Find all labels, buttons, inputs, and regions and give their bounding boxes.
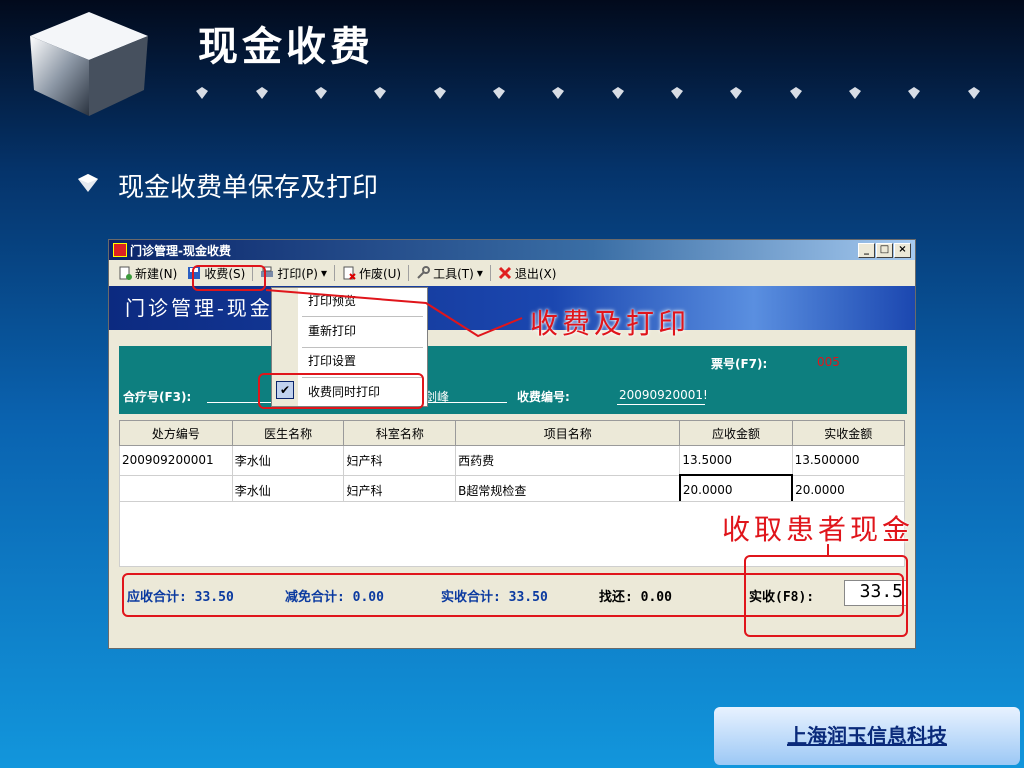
menu-item-print-settings[interactable]: 打印设置 (308, 352, 356, 369)
wrench-icon (417, 266, 431, 279)
new-label: 新建(N) (135, 266, 178, 281)
print-option-highlight-box (258, 373, 424, 409)
void-document-icon (343, 266, 356, 280)
menu-item-print-preview[interactable]: 打印预览 (308, 292, 356, 309)
table-cell[interactable]: 西药费 (455, 445, 681, 476)
diamond-icon (196, 87, 208, 99)
diamond-icon (908, 87, 920, 99)
toolbar-separator (333, 265, 335, 281)
charge-no-label: 收费编号: (517, 390, 570, 404)
invoice-label: 票号(F7): (711, 357, 768, 371)
bullet-text: 现金收费单保存及打印 (118, 173, 379, 203)
logo-cube-icon (30, 12, 148, 116)
maximize-button[interactable]: □ (876, 242, 893, 258)
tools-label: 工具(T) (433, 266, 474, 281)
charge-highlight-box (192, 265, 266, 291)
toolbar-separator (408, 265, 410, 281)
diamond-icon (315, 87, 327, 99)
chevron-down-icon: ▾ (320, 266, 327, 280)
paid-highlight-box (744, 555, 908, 637)
card-no-label: 合疗号(F3): (123, 390, 192, 404)
decorative-diamond-row (196, 87, 996, 101)
diamond-icon (671, 87, 683, 99)
company-name: 上海润玉信息科技 (714, 707, 1020, 765)
minimize-button[interactable]: _ (858, 242, 875, 258)
app-icon (113, 243, 127, 257)
charge-print-callout: 收费及打印 (530, 307, 691, 340)
bullet-diamond-icon (78, 174, 98, 192)
diamond-icon (730, 87, 742, 99)
print-label: 打印(P) (277, 266, 318, 281)
table-cell[interactable]: 李水仙 (231, 445, 345, 476)
window-title: 门诊管理-现金收费 (130, 243, 231, 258)
diamond-icon (493, 87, 505, 99)
table-cell[interactable]: 妇产科 (343, 445, 457, 476)
column-header[interactable]: 项目名称 (455, 420, 681, 446)
table-row[interactable]: 200909200001 李水仙 妇产科 西药费 13.5000 13.5000… (119, 445, 906, 476)
table-cell[interactable]: 13.5000 (679, 445, 793, 476)
form-panel: 票号(F7): 005 合疗号(F3): 剑峰 收费编号: 2009092000… (119, 346, 907, 414)
new-document-icon (119, 266, 132, 280)
column-header[interactable]: 实收金额 (791, 420, 906, 446)
window-titlebar[interactable]: 门诊管理-现金收费 _ □ × (109, 240, 915, 260)
column-header[interactable]: 医生名称 (231, 420, 345, 446)
print-dropdown-button[interactable]: 打印(P) ▾ (255, 263, 332, 284)
diamond-icon (968, 87, 980, 99)
close-x-icon (498, 266, 511, 280)
menu-separator (302, 316, 423, 317)
menu-item-reprint[interactable]: 重新打印 (308, 322, 356, 339)
diamond-icon (790, 87, 802, 99)
table-cell[interactable]: 13.500000 (791, 445, 906, 476)
diamond-icon (434, 87, 446, 99)
exit-label: 退出(X) (514, 266, 557, 281)
menu-separator (302, 347, 423, 348)
column-header[interactable]: 科室名称 (343, 420, 457, 446)
charge-no-value: 20090920001! (619, 388, 708, 402)
invoice-value: 005 (817, 355, 840, 369)
diamond-icon (374, 87, 386, 99)
diamond-icon (849, 87, 861, 99)
diamond-icon (552, 87, 564, 99)
new-button[interactable]: 新建(N) (113, 263, 182, 284)
void-button[interactable]: 作废(U) (337, 263, 406, 284)
close-button[interactable]: × (894, 242, 911, 258)
diamond-icon (612, 87, 624, 99)
table-header-row: 处方编号 医生名称 科室名称 项目名称 应收金额 实收金额 (119, 420, 906, 446)
column-header[interactable]: 应收金额 (679, 420, 793, 446)
charge-no-field[interactable] (617, 404, 705, 405)
diamond-icon (256, 87, 268, 99)
void-label: 作废(U) (358, 266, 402, 281)
doctor-field[interactable] (425, 402, 507, 403)
chevron-down-icon: ▾ (476, 266, 483, 280)
exit-button[interactable]: 退出(X) (493, 263, 562, 284)
column-header[interactable]: 处方编号 (119, 420, 233, 446)
cash-callout: 收取患者现金 (722, 513, 915, 546)
module-banner: 门诊管理-现金 (109, 286, 915, 330)
toolbar-separator (489, 265, 491, 281)
tools-dropdown-button[interactable]: 工具(T) ▾ (411, 263, 488, 284)
charge-items-table: 处方编号 医生名称 科室名称 项目名称 应收金额 实收金额 2009092000… (119, 420, 906, 506)
slide-title: 现金收费 (198, 24, 374, 70)
banner-title: 门诊管理-现金 (125, 296, 273, 320)
table-cell[interactable]: 200909200001 (119, 445, 233, 476)
